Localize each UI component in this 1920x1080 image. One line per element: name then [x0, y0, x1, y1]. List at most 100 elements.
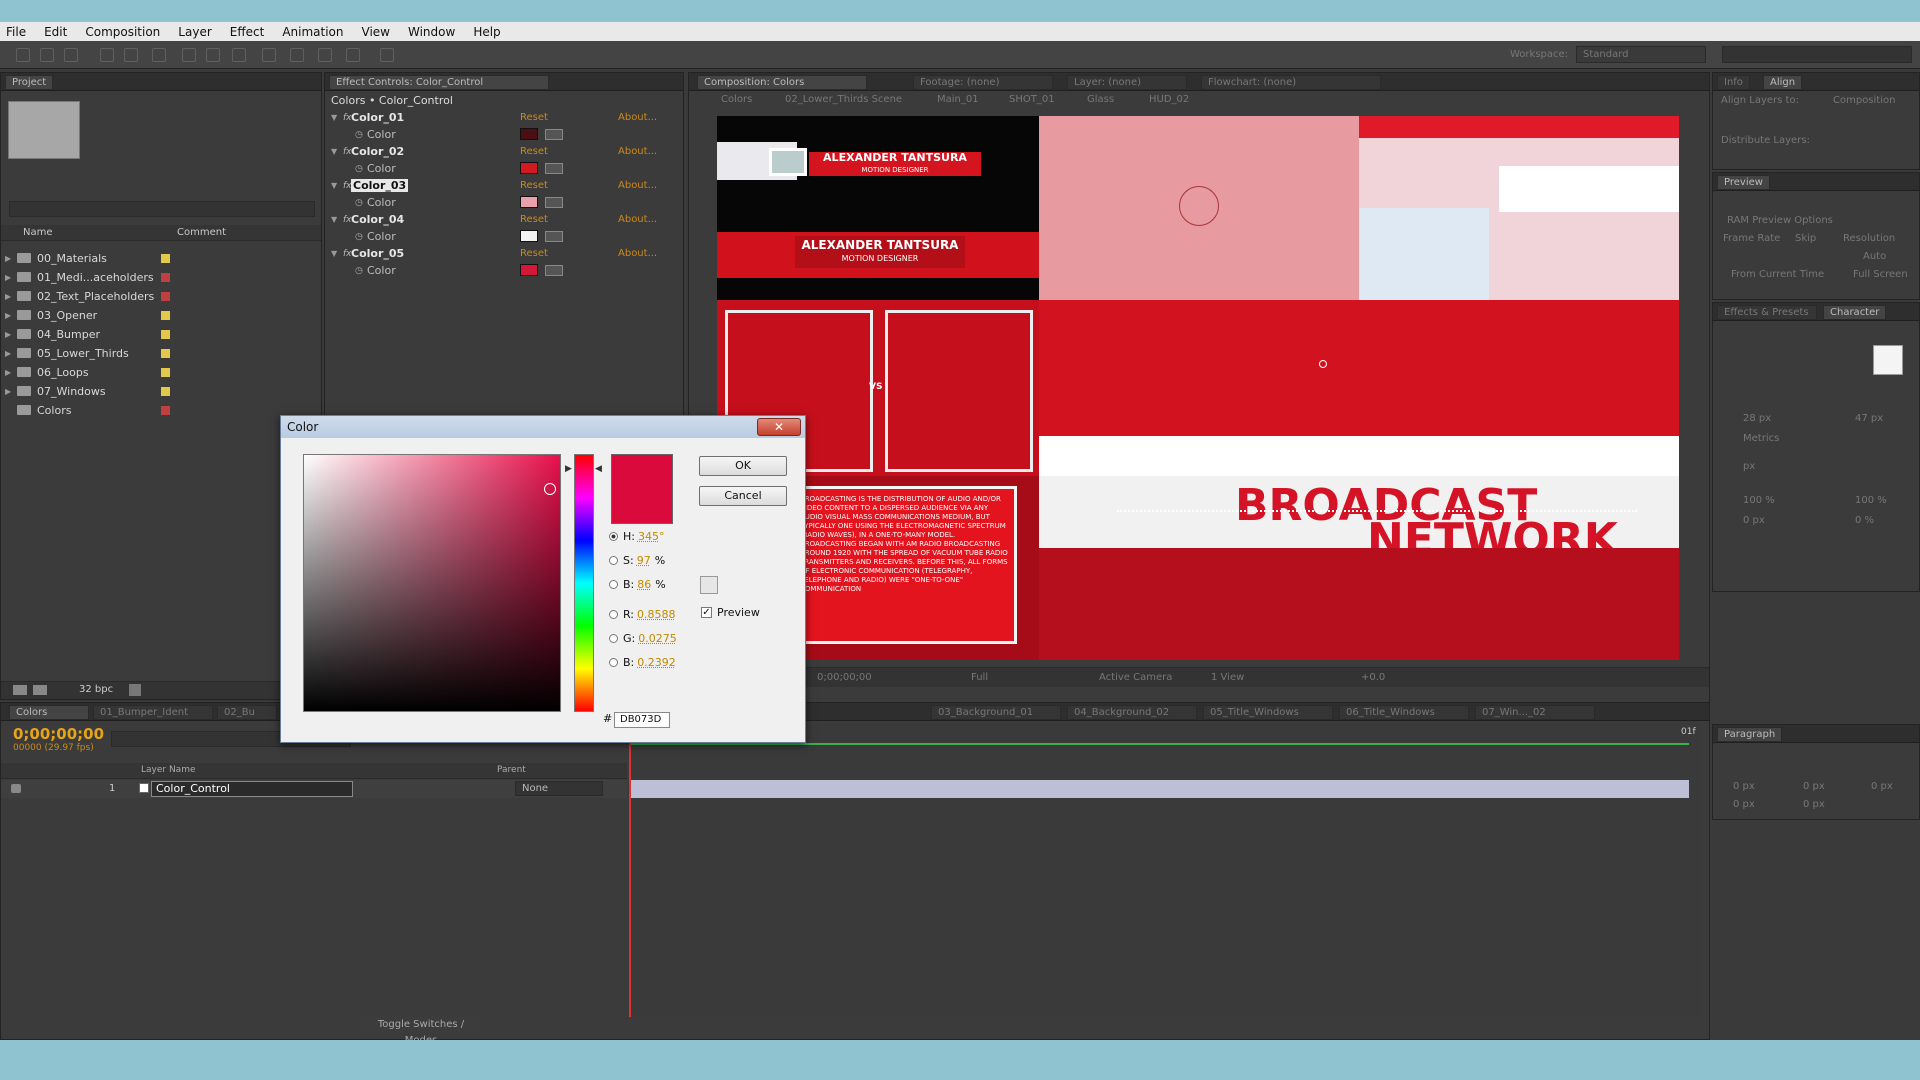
- effect-color-param[interactable]: ◷ Color: [325, 262, 677, 279]
- vertical-scale[interactable]: 100 %: [1743, 495, 1775, 506]
- baseline-shift[interactable]: 0 px: [1743, 515, 1765, 526]
- saturation-field-row[interactable]: S: 97%: [609, 552, 665, 568]
- cancel-button[interactable]: Cancel: [699, 486, 787, 506]
- hue-radio[interactable]: [609, 531, 618, 541]
- timeline-graph[interactable]: 01f: [629, 723, 1701, 1017]
- zoom-tool-icon[interactable]: [64, 48, 78, 62]
- effect-row[interactable]: ▼ fx Color_04 Reset About...: [325, 211, 677, 228]
- effect-color-param[interactable]: ◷ Color: [325, 126, 677, 143]
- collapse-arrow-icon[interactable]: ▼: [331, 249, 337, 258]
- hue-field-row[interactable]: H: 345 °: [609, 528, 664, 544]
- eyedropper-icon[interactable]: [545, 231, 563, 242]
- green-field-row[interactable]: G: 0.0275: [609, 630, 677, 646]
- hex-input[interactable]: DB073D: [614, 712, 670, 728]
- brightness-radio[interactable]: [609, 579, 618, 589]
- indent-right[interactable]: 0 px: [1871, 781, 1893, 792]
- effect-color-param[interactable]: ◷ Color: [325, 160, 677, 177]
- views-select[interactable]: 1 View: [1211, 672, 1244, 683]
- composition-viewer[interactable]: ALEXANDER TANTSURA MOTION DESIGNER ALEXA…: [717, 116, 1679, 660]
- project-item[interactable]: ▶ 03_Opener: [5, 306, 305, 324]
- stopwatch-icon[interactable]: ◷: [355, 198, 363, 208]
- brush-tool-icon[interactable]: [262, 48, 276, 62]
- tab-timeline-bu[interactable]: 02_Bu: [217, 705, 277, 720]
- color-picker-ring-icon[interactable]: [544, 483, 556, 495]
- effect-name[interactable]: Color_04: [351, 213, 404, 226]
- pan-behind-tool-icon[interactable]: [152, 48, 166, 62]
- fill-color-swatch[interactable]: [1873, 345, 1903, 375]
- hue-slider[interactable]: [574, 454, 594, 712]
- expand-arrow-icon[interactable]: ▶: [5, 292, 17, 301]
- tab-character[interactable]: Character: [1823, 305, 1887, 320]
- label-color-swatch[interactable]: [161, 273, 170, 282]
- reset-link[interactable]: Reset: [520, 214, 548, 225]
- tab-effects-presets[interactable]: Effects & Presets: [1717, 305, 1817, 320]
- g-value[interactable]: 0.0275: [638, 632, 677, 645]
- effect-name[interactable]: Color_05: [351, 247, 404, 260]
- menu-file[interactable]: File: [6, 25, 26, 39]
- search-help-input[interactable]: [1722, 46, 1912, 63]
- tab-timeline-win05[interactable]: 05_Title_Windows: [1203, 705, 1333, 720]
- col-layer-name[interactable]: Layer Name: [141, 765, 196, 775]
- exposure-value[interactable]: +0.0: [1361, 672, 1385, 683]
- expand-arrow-icon[interactable]: ▶: [5, 349, 17, 358]
- tab-timeline-win07[interactable]: 07_Win..._02: [1475, 705, 1595, 720]
- bb-value[interactable]: 0.2392: [637, 656, 676, 669]
- eyedropper-icon[interactable]: [700, 576, 718, 594]
- layer-duration-bar[interactable]: [629, 780, 1689, 798]
- time-indicator[interactable]: [629, 723, 631, 1017]
- tab-timeline-bg01[interactable]: 03_Background_01: [931, 705, 1061, 720]
- color-swatch[interactable]: [520, 196, 538, 208]
- red-field-row[interactable]: R: 0.8588: [609, 606, 676, 622]
- label-color-swatch[interactable]: [161, 406, 170, 415]
- project-item[interactable]: ▶ 02_Text_Placeholders: [5, 287, 305, 305]
- about-link[interactable]: About...: [618, 112, 657, 123]
- current-timecode[interactable]: 0;00;00;00: [13, 725, 104, 743]
- about-link[interactable]: About...: [618, 180, 657, 191]
- color-swatch[interactable]: [520, 230, 538, 242]
- collapse-arrow-icon[interactable]: ▼: [331, 181, 337, 190]
- blue-radio[interactable]: [609, 657, 618, 667]
- menu-composition[interactable]: Composition: [85, 25, 160, 39]
- interpret-footage-icon[interactable]: [13, 685, 27, 695]
- effect-name[interactable]: Color_01: [351, 111, 404, 124]
- label-color-swatch[interactable]: [161, 349, 170, 358]
- breadcrumb-item[interactable]: 02_Lower_Thirds Scene: [785, 94, 902, 105]
- hue-slider-right-arrow-icon[interactable]: ◀: [595, 464, 602, 474]
- mask-tool-icon[interactable]: [182, 48, 196, 62]
- layer-label-color[interactable]: [139, 783, 149, 793]
- align-target[interactable]: Composition: [1833, 95, 1895, 106]
- col-name[interactable]: Name: [23, 227, 53, 238]
- stopwatch-icon[interactable]: ◷: [355, 232, 363, 242]
- expand-arrow-icon[interactable]: ▶: [5, 368, 17, 377]
- camera-select[interactable]: Active Camera: [1099, 672, 1172, 683]
- brightness-field-row[interactable]: B: 86%: [609, 576, 666, 592]
- tab-align[interactable]: Align: [1763, 75, 1803, 90]
- resolution-auto[interactable]: Auto: [1863, 251, 1886, 262]
- project-item[interactable]: ▶ 00_Materials: [5, 249, 305, 267]
- ram-preview-options[interactable]: RAM Preview Options: [1727, 215, 1833, 226]
- leading-value[interactable]: 47 px: [1855, 413, 1883, 424]
- visibility-eye-icon[interactable]: [11, 784, 21, 793]
- expand-arrow-icon[interactable]: ▶: [5, 387, 17, 396]
- tab-info[interactable]: Info: [1717, 75, 1750, 90]
- effect-name[interactable]: Color_03: [351, 179, 409, 192]
- effect-name[interactable]: Color_02: [351, 145, 404, 158]
- label-color-swatch[interactable]: [161, 387, 170, 396]
- label-color-swatch[interactable]: [161, 254, 170, 263]
- new-folder-icon[interactable]: [33, 685, 47, 695]
- workspace-select[interactable]: Standard: [1576, 46, 1706, 63]
- hue-slider-left-arrow-icon[interactable]: ▶: [565, 464, 572, 474]
- menu-help[interactable]: Help: [473, 25, 500, 39]
- project-item[interactable]: ▶ 07_Windows: [5, 382, 305, 400]
- effect-row[interactable]: ▼ fx Color_02 Reset About...: [325, 143, 677, 160]
- stopwatch-icon[interactable]: ◷: [355, 266, 363, 276]
- indent-first[interactable]: 0 px: [1733, 799, 1755, 810]
- reset-link[interactable]: Reset: [520, 248, 548, 259]
- reset-link[interactable]: Reset: [520, 112, 548, 123]
- collapse-arrow-icon[interactable]: ▼: [331, 147, 337, 156]
- s-value[interactable]: 97: [637, 554, 651, 567]
- tab-paragraph[interactable]: Paragraph: [1717, 727, 1783, 742]
- stroke-width[interactable]: px: [1743, 461, 1755, 472]
- eyedropper-icon[interactable]: [545, 197, 563, 208]
- r-value[interactable]: 0.8588: [637, 608, 676, 621]
